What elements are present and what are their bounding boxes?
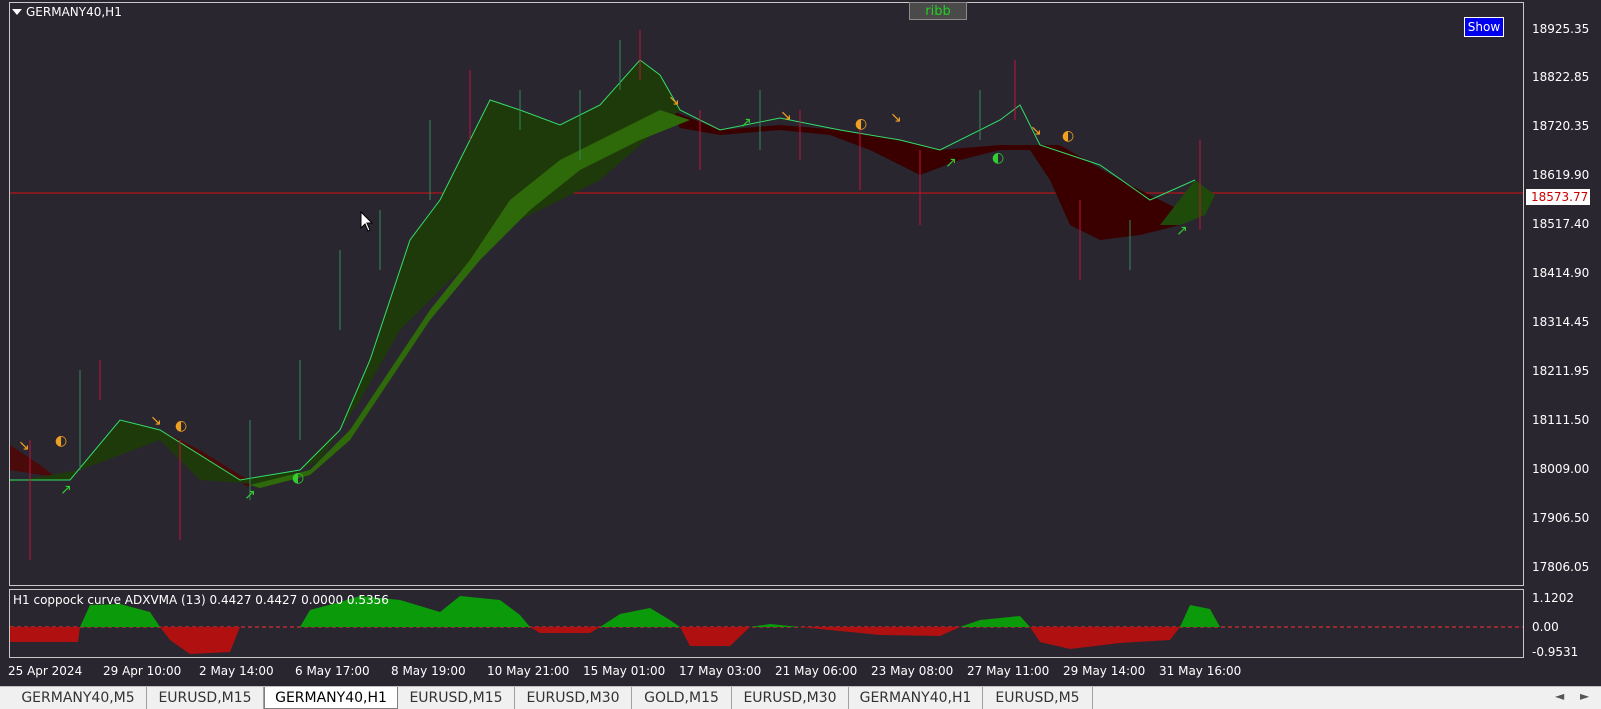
indicator-title: H1 coppock curve ADXVMA (13) 0.4427 0.44… (13, 593, 389, 607)
time-axis-label: 17 May 03:00 (679, 664, 762, 678)
chart-tab-bar: GERMANY40,M5 EURUSD,M15 GERMANY40,H1 EUR… (0, 686, 1601, 709)
time-axis-label: 29 May 14:00 (1063, 664, 1146, 678)
price-axis-label: 18414.90 (1532, 266, 1590, 280)
tab-eurusd-m15[interactable]: EURUSD,M15 (398, 687, 515, 709)
tab-scroll-right-icon[interactable]: ► (1580, 689, 1589, 703)
price-axis-label: 18009.00 (1532, 462, 1590, 476)
price-axis-label: 18925.35 (1532, 22, 1590, 36)
tab-germany40-h1-active[interactable]: GERMANY40,H1 (264, 687, 398, 709)
symbol-label[interactable]: GERMANY40,H1 (12, 5, 122, 19)
price-axis-label: 18314.45 (1532, 315, 1590, 329)
time-axis-label: 10 May 21:00 (487, 664, 570, 678)
time-axis-label: 2 May 14:00 (199, 664, 274, 678)
price-axis-label: 18619.90 (1532, 168, 1590, 182)
ribbon-toggle-button[interactable]: ribb (909, 2, 967, 20)
tab-eurusd-m30[interactable]: EURUSD,M30 (732, 687, 849, 709)
symbol-text: GERMANY40,H1 (26, 5, 122, 19)
tab-scroll-left-icon[interactable]: ◄ (1555, 689, 1564, 703)
mouse-cursor-icon (360, 211, 374, 232)
indicator-axis-label: 0.00 (1532, 620, 1559, 634)
tab-germany40-m5[interactable]: GERMANY40,M5 (10, 687, 147, 709)
price-axis-label: 17906.50 (1532, 511, 1590, 525)
time-axis-label: 15 May 01:00 (583, 664, 666, 678)
main-chart-pane[interactable] (9, 2, 1524, 586)
tab-gold-m15[interactable]: GOLD,M15 (632, 687, 732, 709)
dropdown-triangle-icon[interactable] (12, 9, 22, 15)
time-axis-label: 8 May 19:00 (391, 664, 466, 678)
time-axis-label: 23 May 08:00 (871, 664, 954, 678)
show-button[interactable]: Show (1464, 17, 1504, 37)
price-axis-label: 18720.35 (1532, 119, 1590, 133)
price-axis-label: 17806.05 (1532, 560, 1590, 574)
time-axis-label: 29 Apr 10:00 (103, 664, 182, 678)
price-axis-label: 18211.95 (1532, 364, 1590, 378)
time-axis-label: 31 May 16:00 (1159, 664, 1242, 678)
price-axis-label: 18517.40 (1532, 217, 1590, 231)
time-axis-label: 25 Apr 2024 (8, 664, 83, 678)
indicator-axis-label: 1.1202 (1532, 591, 1574, 605)
current-price-badge: 18573.77 (1526, 189, 1590, 205)
indicator-axis-label: -0.9531 (1532, 645, 1579, 659)
time-axis-label: 27 May 11:00 (967, 664, 1050, 678)
tab-eurusd-m30[interactable]: EURUSD,M30 (515, 687, 632, 709)
price-axis-label: 18111.50 (1532, 413, 1590, 427)
price-axis-label: 18822.85 (1532, 70, 1590, 84)
tab-germany40-h1[interactable]: GERMANY40,H1 (849, 687, 983, 709)
tab-eurusd-m15[interactable]: EURUSD,M15 (147, 687, 264, 709)
time-axis-label: 6 May 17:00 (295, 664, 370, 678)
time-axis-label: 21 May 06:00 (775, 664, 858, 678)
chart-window[interactable]: ↘ ◐ ↘ ◐ ↘ ↘ ◐ ↘ ↘ ◐ ↗ ↗ ◐ ↗ ↗ ◐ ↗ GERMANY40,H1 ri… (0, 0, 1601, 686)
tab-eurusd-m5[interactable]: EURUSD,M5 (983, 687, 1093, 709)
